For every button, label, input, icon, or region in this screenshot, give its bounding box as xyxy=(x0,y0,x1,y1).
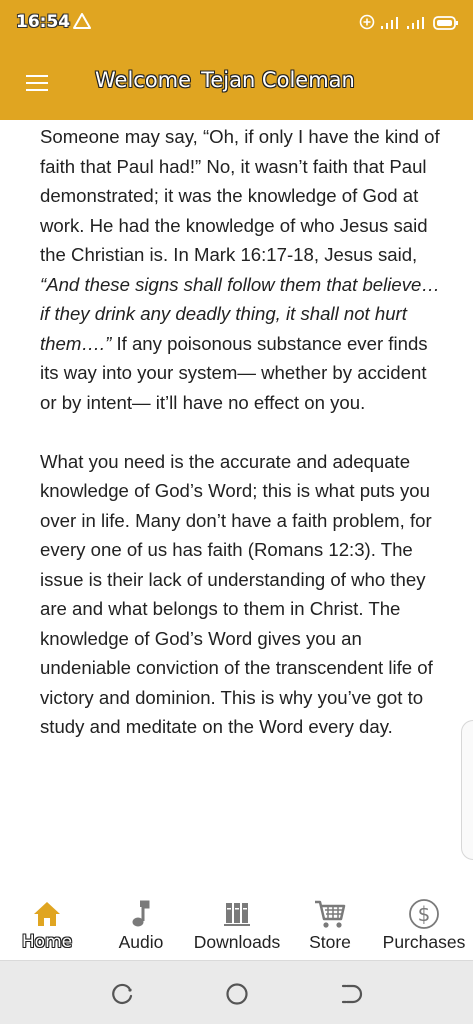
dollar-circle-icon: $ xyxy=(408,896,440,932)
edge-panel-handle[interactable] xyxy=(461,720,473,860)
nav-label-downloads: Downloads xyxy=(193,932,281,952)
welcome-title: Welcome Tejan Coleman xyxy=(95,68,355,92)
nav-item-purchases[interactable]: $ Purchases xyxy=(378,890,470,958)
system-navigation-bar xyxy=(0,960,473,1024)
app-bar: Welcome Tejan Coleman xyxy=(0,48,473,120)
nav-label-store: Store xyxy=(309,932,351,952)
nav-label-home: Home xyxy=(21,932,73,952)
shopping-cart-icon xyxy=(313,896,347,932)
nav-item-store[interactable]: Store xyxy=(304,890,356,958)
data-saver-icon xyxy=(359,14,375,34)
nav-item-downloads[interactable]: Downloads xyxy=(190,890,284,958)
home-icon xyxy=(32,896,62,932)
status-icons xyxy=(359,14,459,34)
signal-icon xyxy=(407,15,427,34)
back-icon[interactable] xyxy=(338,981,364,1007)
nav-item-audio[interactable]: Audio xyxy=(110,890,172,958)
paragraph-text: Someone may say, “Oh, if only I have the… xyxy=(40,126,440,265)
music-note-icon xyxy=(129,896,153,932)
svg-text:$: $ xyxy=(418,902,431,926)
hamburger-menu-icon[interactable] xyxy=(22,70,52,98)
article-content: Someone may say, “Oh, if only I have the… xyxy=(40,122,440,892)
warning-icon xyxy=(73,13,91,33)
nav-item-home[interactable]: Home xyxy=(14,890,80,958)
battery-icon xyxy=(433,15,459,34)
signal-icon xyxy=(381,15,401,34)
nav-label-purchases: Purchases xyxy=(382,932,466,952)
bottom-navigation: Home Audio Downloads Store $ Purchases xyxy=(0,890,473,958)
home-circle-icon[interactable] xyxy=(224,981,250,1007)
article-paragraph: Someone may say, “Oh, if only I have the… xyxy=(40,122,440,417)
recents-icon[interactable] xyxy=(110,981,136,1007)
status-bar: 16:54 xyxy=(0,0,473,48)
user-name: Tejan Coleman xyxy=(201,68,355,92)
welcome-label: Welcome xyxy=(95,68,192,92)
library-books-icon xyxy=(223,896,251,932)
status-time: 16:54 xyxy=(16,12,71,32)
nav-label-audio: Audio xyxy=(118,932,164,952)
article-paragraph: What you need is the accurate and adequa… xyxy=(40,450,433,738)
